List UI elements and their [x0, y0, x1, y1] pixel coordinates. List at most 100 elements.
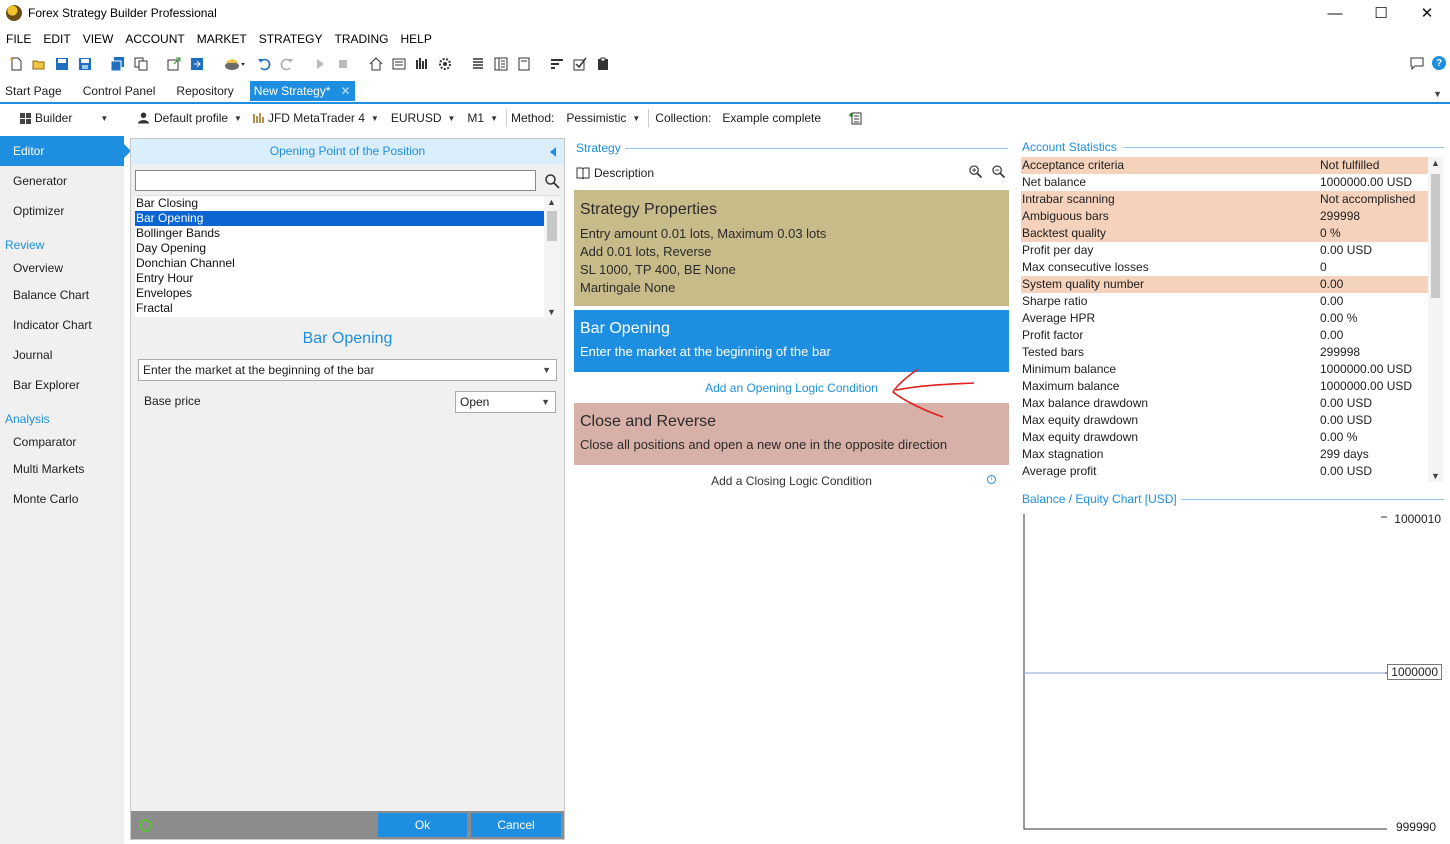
indicator-search-input[interactable] [135, 170, 536, 191]
indicator-item[interactable]: Day Opening [135, 241, 544, 256]
undo-icon[interactable] [254, 55, 273, 73]
indicator-item[interactable]: Entry Hour [135, 271, 544, 286]
nav-overview[interactable]: Overview [0, 256, 124, 280]
indicator-item[interactable]: Bollinger Bands [135, 226, 544, 241]
home-icon[interactable] [366, 55, 385, 73]
open-icon[interactable] [29, 55, 48, 73]
ok-button[interactable]: Ok [378, 813, 467, 837]
nav-journal[interactable]: Journal [0, 340, 124, 370]
chevron-down-icon: ▼ [490, 113, 498, 123]
menu-market[interactable]: MARKET [191, 29, 253, 49]
tab-start-page[interactable]: Start Page [0, 81, 67, 101]
feedback-icon[interactable] [1407, 54, 1426, 72]
check-icon[interactable] [570, 55, 589, 73]
tab-repository[interactable]: Repository [171, 81, 238, 101]
new-strategy-icon[interactable] [6, 55, 25, 73]
chart-icon[interactable] [412, 55, 431, 73]
tab-new-strategy[interactable]: New Strategy* ✕ [249, 81, 355, 101]
menu-edit[interactable]: EDIT [37, 29, 76, 49]
profile-select[interactable]: Default profile ▼ [138, 107, 242, 129]
logic-select[interactable]: Enter the market at the beginning of the… [138, 359, 557, 381]
broker-icon[interactable] [220, 55, 250, 73]
nav-indicator-chart[interactable]: Indicator Chart [0, 310, 124, 340]
indicator-item[interactable]: Bar Closing [135, 196, 544, 211]
search-icon[interactable] [544, 173, 560, 189]
nav-monte-carlo[interactable]: Monte Carlo [0, 484, 124, 514]
scroll-down-icon[interactable]: ▼ [1431, 471, 1440, 481]
indicator-item-selected[interactable]: Bar Opening [135, 211, 544, 226]
nav-optimizer[interactable]: Optimizer [0, 196, 124, 226]
nav-comparator[interactable]: Comparator [0, 430, 124, 454]
redo-icon[interactable] [277, 55, 296, 73]
indicator-item[interactable]: Fractal [135, 301, 544, 316]
nav-balance-chart[interactable]: Balance Chart [0, 280, 124, 310]
save-all-icon[interactable] [108, 55, 127, 73]
scroll-up-icon[interactable]: ▲ [547, 197, 556, 207]
clipboard-icon[interactable] [593, 55, 612, 73]
base-price-value: Open [460, 395, 490, 409]
scroll-up-icon[interactable]: ▲ [1431, 158, 1440, 168]
zoom-out-icon[interactable] [992, 165, 1005, 178]
stats-scrollbar[interactable]: ▲ ▼ [1428, 157, 1443, 482]
strategy-properties-card[interactable]: Strategy Properties Entry amount 0.01 lo… [574, 190, 1009, 306]
menu-help[interactable]: HELP [395, 29, 438, 49]
indicator-item[interactable]: Donchian Channel [135, 256, 544, 271]
menu-trading[interactable]: TRADING [329, 29, 395, 49]
refresh-icon[interactable] [139, 819, 152, 832]
symbol-select[interactable]: EURUSD ▼ [391, 107, 456, 129]
scroll-down-icon[interactable]: ▼ [547, 307, 556, 317]
scroll-thumb[interactable] [547, 211, 557, 241]
minimize-button[interactable]: — [1312, 0, 1358, 26]
export-icon[interactable] [164, 55, 183, 73]
nav-bar-explorer[interactable]: Bar Explorer [0, 370, 124, 400]
report-icon[interactable] [389, 55, 408, 73]
help-icon[interactable]: ? [1432, 56, 1446, 70]
nav-editor[interactable]: Editor [0, 136, 131, 166]
base-price-select[interactable]: Open ▼ [455, 391, 556, 413]
document-icon[interactable] [514, 55, 533, 73]
section-rule [1124, 147, 1444, 148]
broker-select[interactable]: JFD MetaTrader 4 ▼ [252, 107, 379, 129]
method-label: Method: [511, 111, 555, 125]
collection-settings-icon[interactable] [848, 107, 862, 129]
description-label[interactable]: Description [594, 166, 654, 180]
nav-generator[interactable]: Generator [0, 166, 124, 196]
import-icon[interactable] [187, 55, 206, 73]
list-icon[interactable] [468, 55, 487, 73]
close-window-button[interactable]: ✕ [1404, 0, 1450, 26]
play-icon[interactable] [310, 55, 329, 73]
period-select[interactable]: M1 ▼ [467, 107, 498, 129]
journal-icon[interactable] [491, 55, 510, 73]
collapse-panel-icon[interactable] [550, 147, 556, 157]
nav-multi-markets[interactable]: Multi Markets [0, 454, 124, 484]
opening-slot-card[interactable]: Bar Opening Enter the market at the begi… [574, 310, 1009, 372]
tabs-dropdown-icon[interactable]: ▼ [1433, 89, 1442, 99]
collection-value[interactable]: Example complete [719, 107, 845, 129]
menu-file[interactable]: FILE [0, 29, 37, 49]
menu-account[interactable]: ACCOUNT [119, 29, 190, 49]
info-icon[interactable]: i [987, 475, 996, 484]
indicator-list-scrollbar[interactable]: ▲ ▼ [544, 196, 560, 317]
sort-icon[interactable] [547, 55, 566, 73]
save-as-icon[interactable] [75, 55, 94, 73]
zoom-in-icon[interactable] [969, 165, 982, 178]
stop-icon[interactable] [333, 55, 352, 73]
stat-value: 299998 [1320, 209, 1361, 223]
add-closing-condition-link[interactable]: Add a Closing Logic Condition [574, 474, 1009, 488]
tab-control-panel[interactable]: Control Panel [78, 81, 161, 101]
save-icon[interactable] [52, 55, 71, 73]
menu-strategy[interactable]: STRATEGY [253, 29, 329, 49]
chevron-down-icon: ▼ [541, 397, 550, 407]
indicator-item[interactable]: Envelopes [135, 286, 544, 301]
copy-icon[interactable] [131, 55, 150, 73]
close-tab-icon[interactable]: ✕ [340, 81, 350, 101]
settings-icon[interactable] [435, 55, 454, 73]
scroll-thumb[interactable] [1431, 174, 1440, 298]
mode-select[interactable]: Builder ▼ [0, 107, 123, 129]
stat-row: Average HPR 0.00 % [1021, 310, 1428, 327]
menu-view[interactable]: VIEW [77, 29, 120, 49]
method-select[interactable]: Pessimistic ▼ [566, 107, 640, 129]
maximize-button[interactable]: ☐ [1358, 0, 1404, 26]
cancel-button[interactable]: Cancel [471, 813, 561, 837]
nav-heading-review: Review [5, 238, 45, 252]
